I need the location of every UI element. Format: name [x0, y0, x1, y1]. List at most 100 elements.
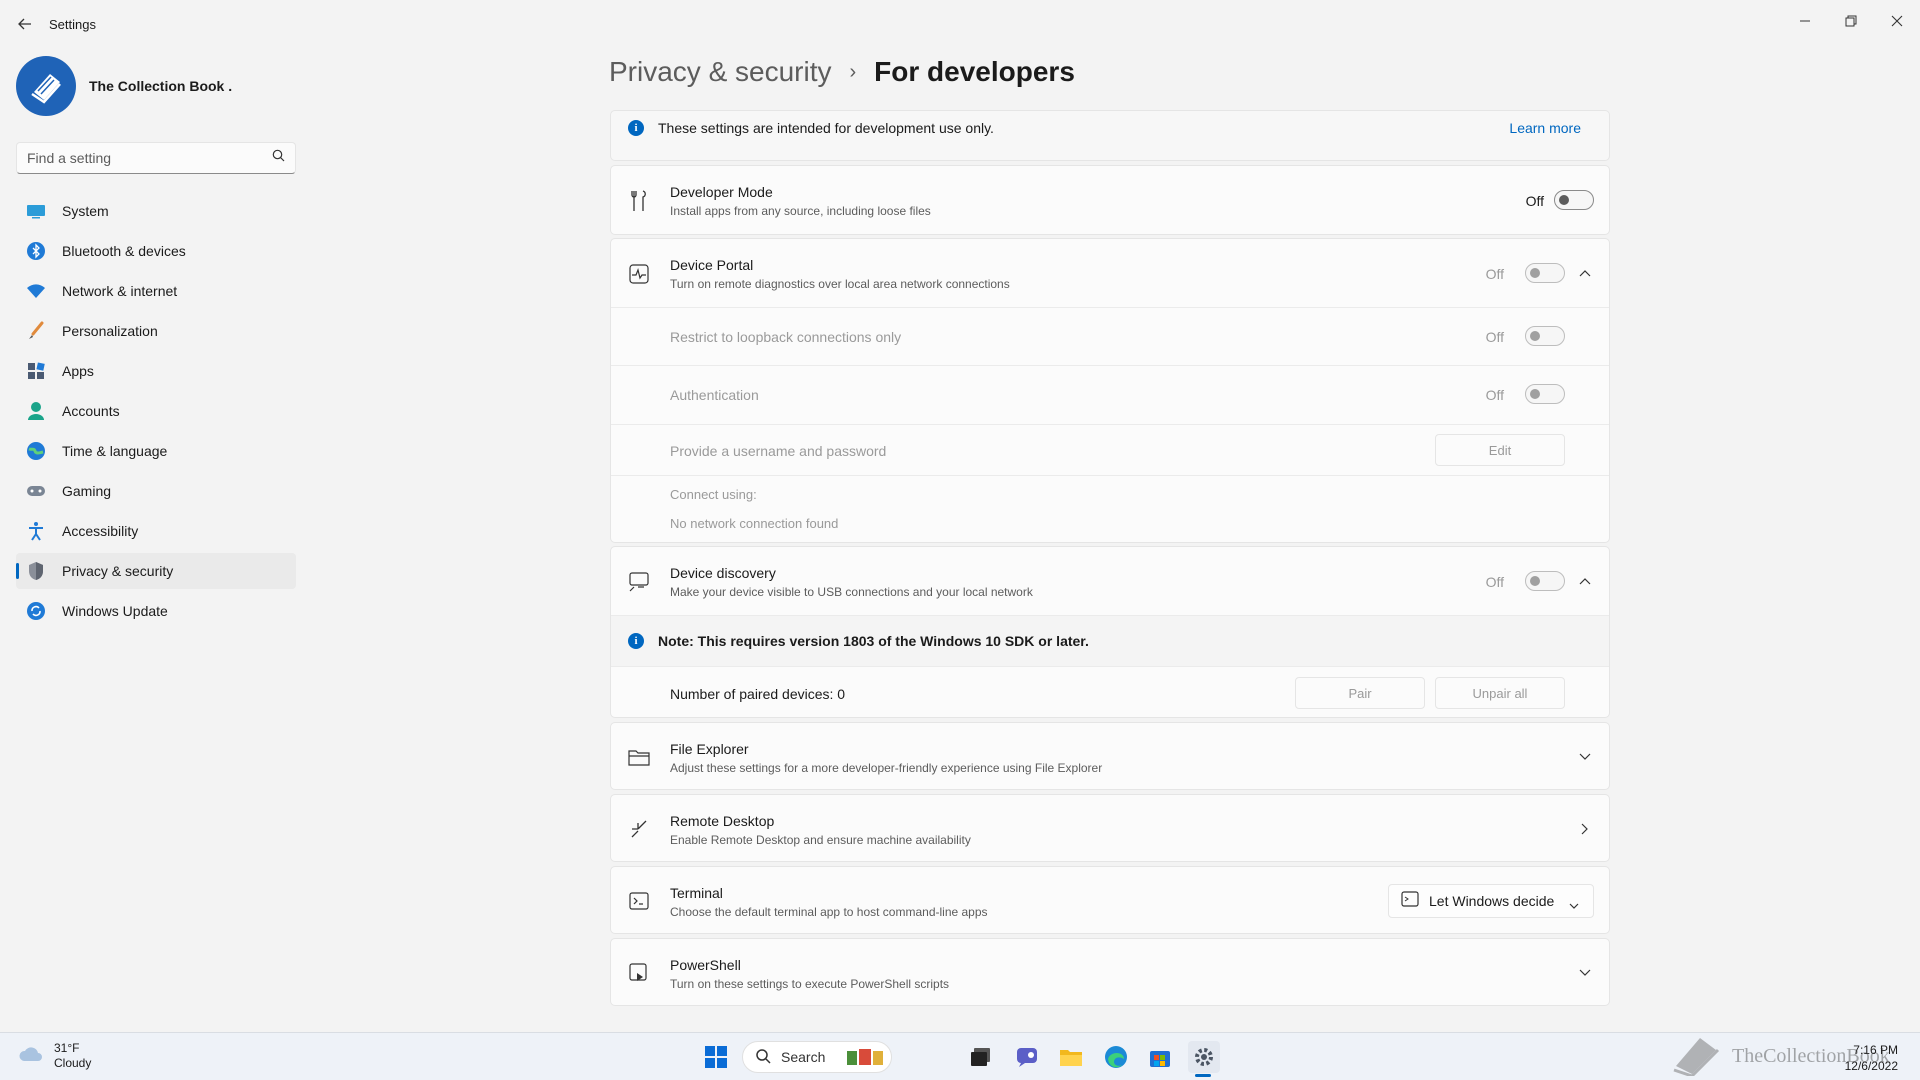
- sidebar-item-accounts[interactable]: Accounts: [16, 393, 296, 429]
- sidebar-item-apps[interactable]: Apps: [16, 353, 296, 389]
- active-app-indicator: [1195, 1074, 1211, 1077]
- device-portal-toggle[interactable]: [1525, 263, 1565, 283]
- chevron-down-icon[interactable]: [1575, 747, 1595, 767]
- task-view-icon[interactable]: [965, 1041, 997, 1073]
- book-icon: [31, 74, 61, 104]
- sidebar-nav: System Bluetooth & devices Network & int…: [16, 193, 296, 633]
- taskbar-search[interactable]: Search: [742, 1041, 892, 1073]
- weather-temp: 31°F: [54, 1041, 80, 1055]
- remote-desktop-card[interactable]: Remote Desktop Enable Remote Desktop and…: [610, 794, 1610, 862]
- powershell-icon: [627, 961, 651, 985]
- watermark-text: TheCollectionBook: [1732, 1044, 1890, 1067]
- device-portal-title: Device Portal: [670, 257, 754, 273]
- chevron-right-icon[interactable]: [1575, 819, 1595, 839]
- chevron-up-icon[interactable]: [1575, 263, 1595, 283]
- powershell-card[interactable]: PowerShell Turn on these settings to exe…: [610, 938, 1610, 1006]
- terminal-icon: [627, 889, 651, 913]
- search-icon: [755, 1048, 771, 1067]
- app-title: Settings: [49, 17, 96, 32]
- device-discovery-toggle[interactable]: [1525, 571, 1565, 591]
- back-arrow-icon[interactable]: [14, 13, 36, 35]
- remote-desktop-icon: [627, 817, 651, 841]
- weather-widget[interactable]: 31°F Cloudy: [18, 1041, 91, 1071]
- loopback-toggle[interactable]: [1525, 326, 1565, 346]
- info-banner: i These settings are intended for develo…: [610, 110, 1610, 161]
- edge-browser-icon[interactable]: [1100, 1041, 1132, 1073]
- sidebar-item-privacy-security[interactable]: Privacy & security: [16, 553, 296, 589]
- file-explorer-desc: Adjust these settings for a more develop…: [670, 761, 1103, 775]
- authentication-label: Authentication: [670, 387, 759, 403]
- settings-search[interactable]: [16, 142, 296, 174]
- sidebar-item-label: Apps: [62, 363, 94, 379]
- close-button[interactable]: [1874, 6, 1920, 36]
- cloud-icon: [18, 1045, 44, 1068]
- sidebar-item-label: Time & language: [62, 443, 168, 459]
- terminal-card: Terminal Choose the default terminal app…: [610, 866, 1610, 934]
- developer-mode-card: Developer Mode Install apps from any sou…: [610, 165, 1610, 235]
- sidebar-item-windows-update[interactable]: Windows Update: [16, 593, 296, 629]
- search-input[interactable]: [27, 150, 272, 166]
- chevron-down-icon: [1569, 897, 1579, 915]
- powershell-title: PowerShell: [670, 957, 741, 973]
- authentication-toggle[interactable]: [1525, 384, 1565, 404]
- sidebar-item-personalization[interactable]: Personalization: [16, 313, 296, 349]
- watermark: TheCollectionBook: [1670, 1032, 1900, 1080]
- remote-desktop-desc: Enable Remote Desktop and ensure machine…: [670, 833, 971, 847]
- file-explorer-card[interactable]: File Explorer Adjust these settings for …: [610, 722, 1610, 790]
- sidebar-item-gaming[interactable]: Gaming: [16, 473, 296, 509]
- edit-button[interactable]: Edit: [1435, 434, 1565, 466]
- person-icon: [26, 401, 46, 421]
- terminal-app-icon: [1401, 890, 1419, 912]
- sdk-note-text: Note: This requires version 1803 of the …: [658, 633, 1089, 649]
- search-highlight-icon: [845, 1045, 885, 1070]
- unpair-all-button[interactable]: Unpair all: [1435, 677, 1565, 709]
- loopback-state: Off: [1485, 329, 1504, 345]
- developer-mode-toggle[interactable]: [1554, 190, 1594, 210]
- authentication-state: Off: [1485, 387, 1504, 403]
- developer-mode-desc: Install apps from any source, including …: [670, 204, 931, 218]
- bluetooth-icon: [26, 241, 46, 261]
- terminal-desc: Choose the default terminal app to host …: [670, 905, 988, 919]
- sidebar-item-network[interactable]: Network & internet: [16, 273, 296, 309]
- device-discovery-card: Device discovery Make your device visibl…: [610, 546, 1610, 718]
- chevron-up-icon[interactable]: [1575, 571, 1595, 591]
- chevron-down-icon[interactable]: [1575, 963, 1595, 983]
- chat-icon[interactable]: [1011, 1041, 1043, 1073]
- windows-start-icon[interactable]: [700, 1041, 732, 1073]
- terminal-dropdown[interactable]: Let Windows decide: [1388, 884, 1594, 918]
- sidebar-item-label: System: [62, 203, 109, 219]
- sidebar-item-time-language[interactable]: Time & language: [16, 433, 296, 469]
- settings-gear-icon[interactable]: [1188, 1041, 1220, 1073]
- paired-devices-count: Number of paired devices: 0: [670, 686, 846, 702]
- folder-icon: [627, 745, 651, 769]
- sidebar-item-system[interactable]: System: [16, 193, 296, 229]
- store-icon[interactable]: [1144, 1041, 1176, 1073]
- sidebar-item-bluetooth[interactable]: Bluetooth & devices: [16, 233, 296, 269]
- banner-text: These settings are intended for developm…: [658, 120, 994, 136]
- search-icon[interactable]: [272, 149, 285, 167]
- info-icon: i: [628, 120, 644, 136]
- sidebar-item-accessibility[interactable]: Accessibility: [16, 513, 296, 549]
- learn-more-link[interactable]: Learn more: [1509, 120, 1581, 136]
- system-icon: [26, 201, 46, 221]
- wifi-icon: [26, 281, 46, 301]
- sidebar-item-label: Accessibility: [62, 523, 139, 539]
- page-title: For developers: [874, 56, 1075, 87]
- user-profile[interactable]: The Collection Book .: [16, 56, 232, 116]
- remote-desktop-title: Remote Desktop: [670, 813, 775, 829]
- developer-mode-state: Off: [1525, 193, 1544, 209]
- sidebar-item-label: Privacy & security: [62, 563, 174, 579]
- connect-using-value: No network connection found: [670, 516, 839, 531]
- file-explorer-title: File Explorer: [670, 741, 749, 757]
- device-discovery-desc: Make your device visible to USB connecti…: [670, 585, 1033, 599]
- sidebar-item-label: Gaming: [62, 483, 112, 499]
- device-discovery-icon: [627, 570, 651, 594]
- breadcrumb-parent[interactable]: Privacy & security: [609, 56, 832, 88]
- device-discovery-state: Off: [1485, 574, 1504, 590]
- restore-button[interactable]: [1828, 6, 1874, 36]
- sidebar-item-label: Accounts: [62, 403, 120, 419]
- file-explorer-taskbar-icon[interactable]: [1055, 1041, 1087, 1073]
- minimize-button[interactable]: [1782, 6, 1828, 36]
- pair-button[interactable]: Pair: [1295, 677, 1425, 709]
- credentials-label: Provide a username and password: [670, 443, 887, 459]
